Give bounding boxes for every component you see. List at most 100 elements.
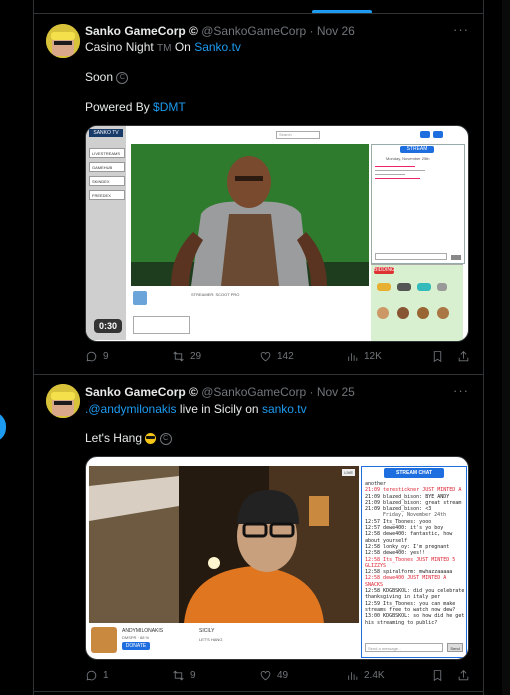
bidding-label: BIDDING [374, 267, 395, 274]
bid-panel: BIDDING [371, 264, 463, 341]
like-count: 49 [277, 670, 289, 681]
tweet-text: Casino Night [85, 40, 154, 54]
tweet[interactable]: Sanko GameCorp © @SankoGameCorp · Nov 25… [34, 375, 483, 692]
avatar[interactable] [46, 24, 80, 58]
sidebar-item: SKINDEX [89, 176, 125, 186]
heart-icon [260, 352, 271, 362]
chat-line: 12:59 Its_Tbones: you can make [365, 600, 456, 607]
sunglasses-emoji-icon [145, 433, 157, 445]
cashtag-link[interactable]: $DMT [153, 100, 186, 114]
bookmark-icon [433, 670, 442, 682]
streamer-info: STREAMER: SCOOT PRO [191, 292, 240, 297]
mention-link[interactable]: .@andymilonakis [85, 402, 177, 416]
tweet-header: Sanko GameCorp © @SankoGameCorp · Nov 25 [85, 385, 355, 399]
chat-input [375, 253, 447, 260]
author-name[interactable]: Sanko GameCorp © [85, 385, 198, 399]
retweet-button[interactable]: 9 [172, 669, 196, 682]
tweet-date[interactable]: Nov 25 [317, 385, 355, 399]
like-button[interactable]: 49 [259, 669, 288, 682]
info-box [133, 316, 190, 334]
tweet-link[interactable]: Sanko.tv [194, 40, 241, 54]
bar-chart-icon [348, 353, 358, 361]
chat-messages: another 21:09 terestickner JUST MINTED A… [365, 481, 464, 631]
site-button [420, 131, 430, 138]
chat-messages [375, 163, 435, 193]
share-icon [458, 670, 469, 681]
tweet-text: On [174, 40, 191, 54]
reply-count: 9 [103, 351, 109, 362]
bookmark-button[interactable] [431, 350, 444, 363]
donate-button: DONATE [122, 642, 150, 650]
tweet-text: Let's Hang [85, 431, 142, 445]
copyright-icon: C [116, 71, 129, 84]
chat-line: 21:09 blazed_bison: BYE ANDY [365, 493, 450, 500]
bid-items [377, 283, 457, 333]
streamer-avatar [91, 627, 117, 653]
tweet-text-line: Soon C [85, 70, 129, 84]
stream-title: SICILY [199, 628, 215, 634]
stream-chat-title: STREAM CHAT [384, 468, 444, 478]
reply-icon [86, 351, 97, 362]
streamer-sub: DMSPR · 88 % [122, 635, 150, 640]
tweet-text-line: Casino Night TM On Sanko.tv [85, 40, 241, 54]
tweet-text-line: Let's Hang C [85, 431, 172, 445]
chat-date: Monday, November 25th [386, 156, 430, 161]
heart-icon [260, 671, 271, 681]
like-count: 142 [277, 351, 294, 362]
video-duration: 0:30 [94, 319, 123, 333]
bookmark-button[interactable] [431, 669, 444, 682]
tweet-text: Soon [85, 70, 114, 84]
tweet-link[interactable]: sanko.tv [262, 402, 307, 416]
tweet-header: Sanko GameCorp © @SankoGameCorp · Nov 26 [85, 24, 355, 38]
tweet-date[interactable]: Nov 26 [317, 24, 355, 38]
sidebar-item: LIVESTREAMS [89, 148, 125, 158]
right-panel-edge [502, 0, 510, 695]
timeline-column: Sanko GameCorp © @SankoGameCorp · Nov 26… [33, 0, 484, 695]
tweet-text-line: Powered By $DMT [85, 100, 186, 114]
reply-button[interactable]: 1 [85, 669, 109, 682]
image-media[interactable]: LIVE STREAM CHAT another 21:09 terestick… [85, 456, 469, 660]
video-frame [131, 144, 369, 286]
retweet-button[interactable]: 29 [172, 350, 201, 363]
retweet-count: 9 [190, 670, 196, 681]
tweet[interactable]: Sanko GameCorp © @SankoGameCorp · Nov 26… [34, 14, 483, 375]
tweet-actions: 1 9 49 2.4K [85, 669, 469, 685]
stream-chat-panel: STREAM CHAT Monday, November 25th [371, 144, 465, 264]
reply-button[interactable]: 9 [85, 350, 109, 363]
author-handle[interactable]: @SankoGameCorp [201, 385, 306, 399]
stream-info-bar: ANDYMILONAKIS DMSPR · 88 % DONATE SICILY… [89, 625, 359, 657]
author-handle[interactable]: @SankoGameCorp [201, 24, 306, 38]
views-button[interactable]: 12K [346, 350, 382, 363]
chat-line: 12:58 Its_Tbones JUST MINTED 5 [365, 556, 456, 563]
share-button[interactable] [457, 669, 470, 682]
more-icon[interactable]: ··· [453, 22, 469, 37]
chat-line: 13:00 KDGBSKOL: so how did he get [365, 613, 464, 620]
stream-chat-title: STREAM CHAT [400, 146, 434, 159]
separator: · [309, 24, 314, 38]
chat-line: 12:58 dewe400: fantastic, how [365, 531, 453, 538]
views-button[interactable]: 2.4K [346, 669, 385, 682]
avatar[interactable] [46, 384, 80, 418]
share-button[interactable] [457, 350, 470, 363]
tweet-actions: 9 29 142 12K [85, 350, 469, 366]
chat-input: Send a message... [365, 643, 443, 652]
chat-send-button: Send [447, 643, 463, 652]
share-icon [458, 351, 469, 362]
stream-info-bar: STREAMER: SCOOT PRO [131, 288, 369, 340]
stream-subtitle: LET'S HANG [199, 637, 223, 642]
floating-action-button[interactable] [0, 412, 6, 442]
like-button[interactable]: 142 [259, 350, 294, 363]
streamer-avatar [133, 291, 147, 305]
trademark-mark: TM [157, 43, 172, 54]
more-icon[interactable]: ··· [453, 383, 469, 398]
chat-line: 21:09 terestickner JUST MINTED A CIGARET… [365, 487, 464, 494]
sidebar-item: FREEDEX [89, 190, 125, 200]
tweet-text: live in Sicily on [179, 402, 259, 416]
streamer-name: ANDYMILONAKIS [122, 628, 164, 634]
chat-send [451, 255, 461, 260]
bookmark-icon [433, 351, 442, 363]
chat-line: his streaming to public? [365, 619, 438, 626]
author-name[interactable]: Sanko GameCorp © [85, 24, 198, 38]
tweet-text: Powered By [85, 100, 150, 114]
video-media[interactable]: SANKO TV LIVESTREAMS GAMEHUB SKINDEX FRE… [85, 125, 469, 342]
